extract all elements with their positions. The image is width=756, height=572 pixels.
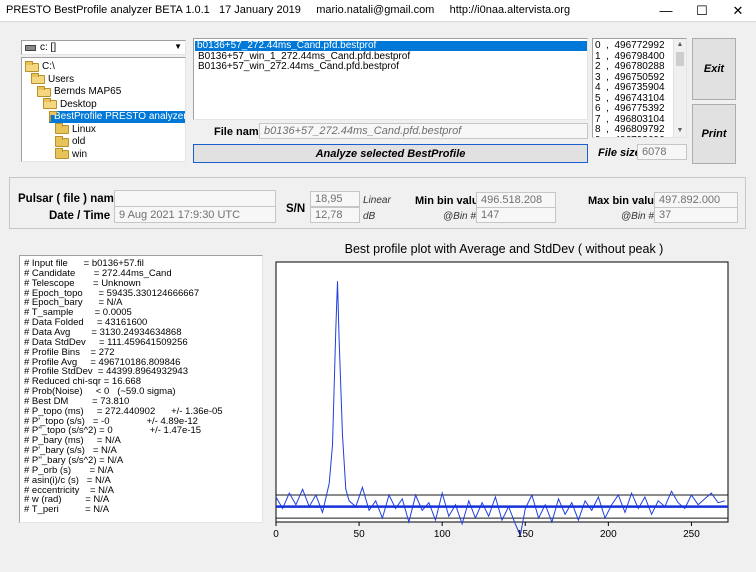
tree-item[interactable]: Linux bbox=[55, 123, 96, 136]
profile-chart: 0 50 100 150 200 250 bbox=[273, 261, 729, 540]
drive-select[interactable]: c: [] ▼ bbox=[21, 40, 186, 55]
date-time-label: Date / Time bbox=[49, 210, 111, 222]
tree-item-label: win bbox=[72, 148, 88, 160]
tree-item[interactable]: C:\ bbox=[25, 60, 55, 73]
tree-item[interactable]: Users bbox=[31, 73, 75, 86]
profile-info-text: # Input file = b0136+57.fil # Candidate =… bbox=[19, 255, 263, 523]
tree-item-label: Bernds MAP65 bbox=[54, 86, 122, 97]
x-tick-label: 50 bbox=[354, 529, 366, 540]
min-bin-index: 147 bbox=[476, 207, 556, 223]
sn-db-unit: dB bbox=[363, 211, 376, 222]
title-bar: PRESTO BestProfile analyzer BETA 1.0.1 1… bbox=[0, 0, 756, 22]
bin-value-item[interactable]: 4 , 496735904 bbox=[595, 83, 665, 93]
minimize-button[interactable]: — bbox=[648, 0, 684, 22]
pulsar-name-label: Pulsar ( file ) name bbox=[18, 193, 121, 205]
max-bin-label: Max bin value bbox=[588, 195, 661, 207]
file-name-label: File name bbox=[214, 126, 265, 138]
folder-tree[interactable]: C:\ Users Bernds MAP65 Desktop BestProfile P… bbox=[21, 57, 186, 162]
file-list-item[interactable]: B0136+57_win_272.44ms_Cand.pfd.bestprof bbox=[196, 62, 401, 72]
bin-list-scrollbar[interactable]: ▲ ▼ bbox=[673, 39, 686, 137]
scroll-down-icon[interactable]: ▼ bbox=[674, 125, 686, 137]
tree-item-label: Users bbox=[48, 73, 75, 85]
open-folder-icon bbox=[25, 60, 39, 72]
folder-icon bbox=[55, 135, 69, 147]
drive-icon bbox=[25, 44, 36, 51]
file-size-value: 6078 bbox=[637, 144, 687, 160]
scroll-up-icon[interactable]: ▲ bbox=[674, 39, 686, 51]
drive-select-value: c: [] bbox=[40, 42, 57, 53]
analyze-button[interactable]: Analyze selected BestProfile bbox=[193, 144, 588, 163]
bin-value-item[interactable]: 8 , 496809792 bbox=[595, 125, 665, 135]
x-tick-label: 250 bbox=[683, 529, 700, 540]
x-tick-label: 200 bbox=[600, 529, 617, 540]
tree-item[interactable]: win bbox=[55, 148, 88, 161]
chevron-down-icon: ▼ bbox=[174, 42, 182, 51]
tree-item[interactable]: old bbox=[55, 135, 86, 148]
file-list[interactable]: b0136+57_272.44ms_Cand.pfd.bestprof B0136… bbox=[193, 38, 588, 120]
folder-icon bbox=[55, 123, 69, 134]
close-button[interactable]: ✕ bbox=[720, 0, 756, 22]
open-folder-icon bbox=[49, 110, 57, 122]
tree-item[interactable]: Desktop bbox=[43, 98, 97, 111]
pulsar-name-field bbox=[114, 190, 276, 207]
info-line: # T_peri = N/A bbox=[24, 504, 110, 516]
exit-button[interactable]: Exit bbox=[692, 38, 736, 100]
date-time-field: 9 Aug 2021 17:9:30 UTC bbox=[114, 206, 276, 223]
tree-item[interactable]: BestProfile PRESTO analyzer 1.0.1.e bbox=[49, 110, 186, 123]
x-tick-label: 100 bbox=[434, 529, 451, 540]
sn-linear-value: 18,95 bbox=[310, 191, 360, 207]
open-folder-icon bbox=[31, 73, 45, 84]
bin-value-item[interactable]: 6 , 496775392 bbox=[595, 104, 665, 114]
tree-item-label: Desktop bbox=[60, 98, 97, 110]
bin-value-item[interactable]: 7 , 496803104 bbox=[595, 114, 665, 125]
max-bin-at-label: @Bin # bbox=[621, 211, 654, 222]
bin-value-item[interactable]: 2 , 496780288 bbox=[595, 62, 665, 72]
tree-item-label: BestProfile PRESTO analyzer 1.0.1.e bbox=[54, 111, 186, 122]
bin-value-item[interactable]: 5 , 496743104 bbox=[595, 93, 665, 104]
min-bin-value: 496.518.208 bbox=[476, 192, 556, 208]
window-title: PRESTO BestProfile analyzer BETA 1.0.1 1… bbox=[6, 4, 571, 16]
tree-item-label: old bbox=[72, 136, 86, 147]
file-size-label: File size bbox=[598, 147, 641, 159]
folder-icon bbox=[55, 148, 69, 159]
file-list-item[interactable]: b0136+57_272.44ms_Cand.pfd.bestprof bbox=[195, 41, 587, 51]
tree-item-label: C:\ bbox=[42, 61, 55, 72]
bin-value-item[interactable]: 9 , 496793696 bbox=[595, 135, 665, 137]
maximize-button[interactable]: ☐ bbox=[684, 0, 720, 22]
bin-value-item[interactable]: 0 , 496772992 bbox=[595, 41, 665, 51]
chart-title: Best profile plot with Average and StdDe… bbox=[344, 242, 664, 256]
print-button[interactable]: Print bbox=[692, 104, 736, 164]
x-tick-label: 150 bbox=[517, 529, 534, 540]
min-bin-at-label: @Bin # bbox=[443, 211, 476, 222]
bin-values-list[interactable]: 9 , 4967936968 , 4968097927 , 4968031046… bbox=[592, 38, 687, 138]
plot-area bbox=[275, 261, 729, 523]
max-bin-value: 497.892.000 bbox=[654, 192, 738, 208]
min-bin-label: Min bin value bbox=[415, 195, 485, 207]
tree-item-label: Linux bbox=[72, 123, 96, 135]
file-name-field[interactable]: b0136+57_272.44ms_Cand.pfd.bestprof bbox=[259, 123, 588, 139]
bin-value-item[interactable]: 1 , 496798400 bbox=[595, 51, 665, 62]
sn-label: S/N bbox=[286, 203, 306, 215]
max-bin-index: 37 bbox=[654, 207, 738, 223]
bin-value-item[interactable]: 3 , 496750592 bbox=[595, 72, 665, 83]
sn-linear-unit: Linear bbox=[363, 195, 391, 206]
file-list-item[interactable]: B0136+57_win_1_272.44ms_Cand.pfd.bestpro… bbox=[196, 51, 412, 62]
open-folder-icon bbox=[37, 85, 51, 97]
scroll-thumb[interactable] bbox=[676, 52, 684, 66]
tree-item[interactable]: Bernds MAP65 bbox=[37, 85, 122, 98]
sn-db-value: 12,78 bbox=[310, 207, 360, 223]
open-folder-icon bbox=[43, 98, 57, 109]
x-tick-label: 0 bbox=[273, 529, 279, 540]
